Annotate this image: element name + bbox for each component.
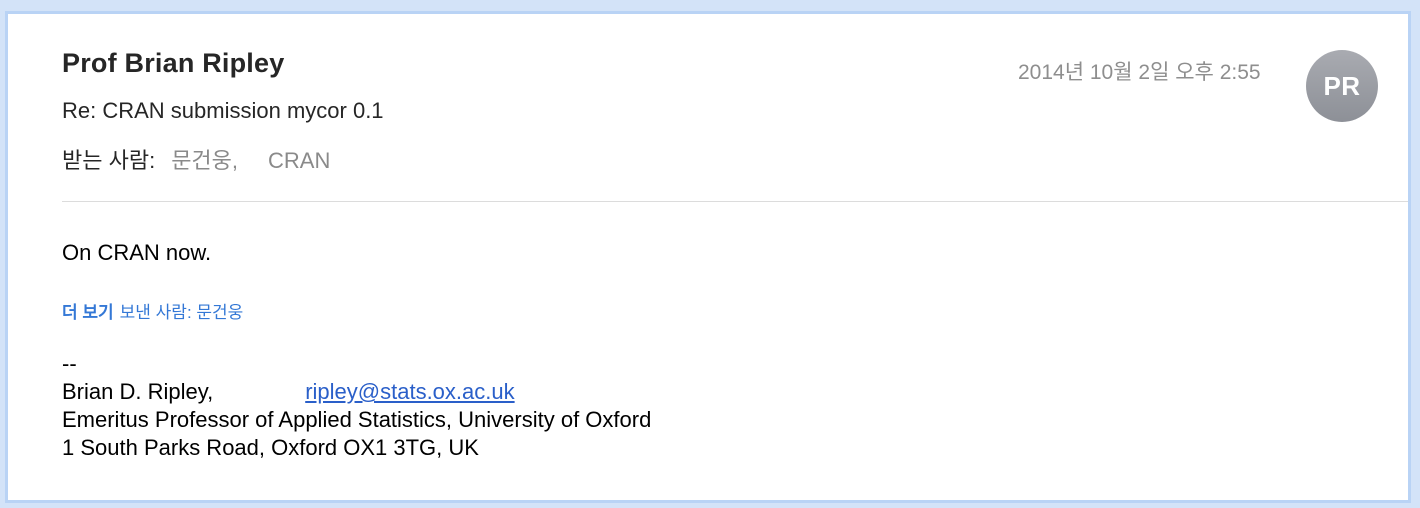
quoted-sender-label: 보낸 사람: 문건웅 (119, 303, 244, 322)
message-date: 2014년 10월 2일 오후 2:55 (1018, 61, 1261, 84)
recipient-item[interactable]: 문건웅, (171, 143, 238, 175)
to-label: 받는 사람: (62, 148, 156, 173)
signature-address: 1 South Parks Road, Oxford OX1 3TG, UK (62, 435, 479, 460)
message-body: On CRAN now. (62, 240, 212, 265)
avatar-initials: PR (1323, 70, 1361, 101)
email-link[interactable]: ripley@stats.ox.ac.uk (305, 379, 514, 404)
sender-name[interactable]: Prof Brian Ripley (62, 48, 284, 79)
message-view: Prof Brian Ripley Re: CRAN submission my… (5, 11, 1411, 503)
header-divider (62, 201, 1408, 202)
signature-dashes: -- (62, 351, 77, 376)
recipients-row: 받는 사람: 문건웅, CRAN (62, 143, 330, 175)
avatar[interactable]: PR (1306, 50, 1378, 122)
signature-name-row: Brian D. Ripley, ripley@stats.ox.ac.uk (62, 378, 651, 406)
recipient-item[interactable]: CRAN (268, 148, 330, 174)
show-more-link[interactable]: 더 보기 (62, 303, 114, 322)
message-subject: Re: CRAN submission mycor 0.1 (62, 98, 384, 123)
signature: -- Brian D. Ripley, ripley@stats.ox.ac.uk… (62, 350, 651, 462)
signature-name: Brian D. Ripley, (62, 379, 214, 404)
signature-title: Emeritus Professor of Applied Statistics… (62, 407, 652, 432)
quoted-text-toggle: 더 보기 보낸 사람: 문건웅 (62, 298, 243, 323)
